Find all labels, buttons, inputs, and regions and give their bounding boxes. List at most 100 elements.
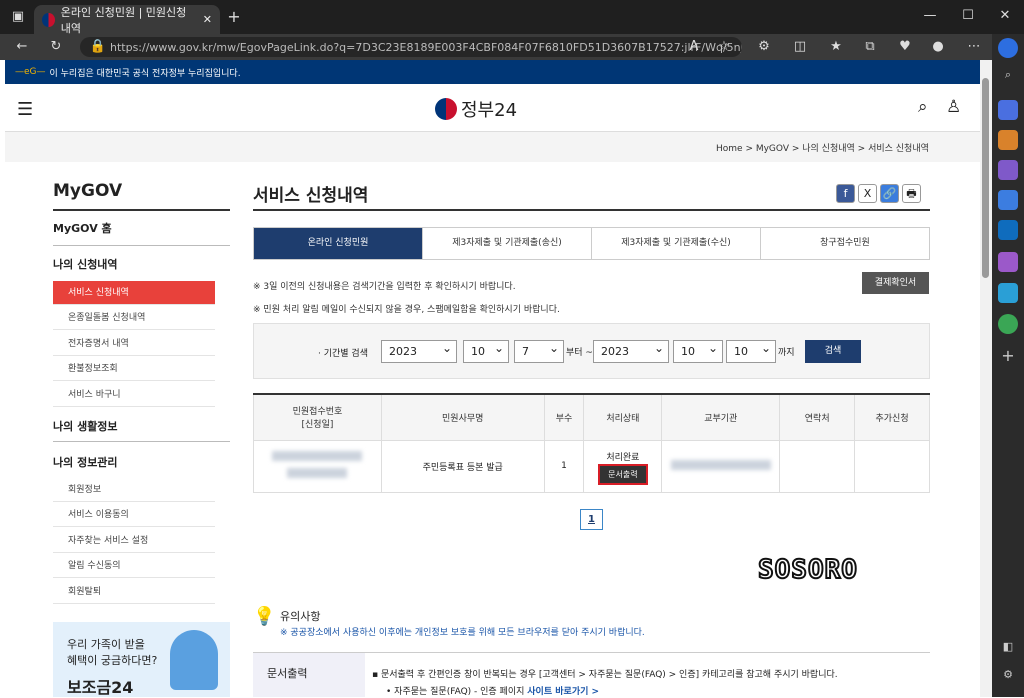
nav-item-refund[interactable]: 환불정보조회 (53, 357, 215, 381)
minimize-icon[interactable]: — (920, 6, 940, 26)
split-screen-icon[interactable]: ◫ (790, 37, 810, 57)
col-service: 민원사무명 (380, 393, 545, 441)
doc-print-desc: 문서출력 후 간편인증 창이 반복되는 경우 [고객센터 > 자주묻는 질문(F… (380, 670, 838, 680)
nav-item-consent[interactable]: 서비스 이용동의 (53, 503, 215, 527)
from-month-select[interactable]: 10 (463, 338, 509, 363)
health-icon[interactable]: ♥ (895, 37, 915, 57)
page-1-button[interactable]: 1 (580, 509, 603, 530)
divider (53, 209, 230, 211)
breadcrumb-mygov[interactable]: MyGOV (756, 144, 789, 154)
to-day-select[interactable]: 10 (726, 338, 776, 363)
favorites-icon[interactable]: ★ (826, 37, 846, 57)
tab-counter[interactable]: 창구접수민원 (761, 228, 929, 259)
nav-item-ecert-history[interactable]: 전자증명서 내역 (53, 332, 215, 356)
outlook-icon[interactable] (998, 220, 1018, 240)
service-cell[interactable]: 주민등록표 등본 발급 (380, 439, 545, 493)
tag-icon[interactable] (998, 100, 1018, 120)
breadcrumb: Home > MyGOV > 나의 신청내역 > 서비스 신청내역 (716, 144, 929, 154)
tab-online[interactable]: 온라인 신청민원 (254, 228, 423, 259)
site-logo[interactable]: 정부24 (435, 96, 517, 122)
refresh-icon[interactable]: ↻ (46, 37, 66, 57)
gov-banner-text: 이 누리집은 대한민국 공식 전자정부 누리집입니다. (49, 68, 241, 79)
notes-icon[interactable] (998, 252, 1018, 272)
new-tab-icon[interactable]: + (224, 7, 244, 27)
tab-send[interactable]: 제3자제출 및 기관제출(송신) (423, 228, 592, 259)
gov-banner: —eG— 이 누리집은 대한민국 공식 전자정부 누리집입니다. (5, 60, 980, 84)
taegeuk-icon (435, 98, 457, 120)
from-suffix: 부터 ~ (566, 348, 593, 358)
read-aloud-icon[interactable]: A (684, 37, 704, 57)
from-day-select[interactable]: 7 (514, 338, 564, 363)
copilot-icon[interactable] (998, 38, 1018, 58)
games-icon[interactable] (998, 160, 1018, 180)
nav-item-withdraw[interactable]: 회원탈퇴 (53, 580, 215, 604)
menu-icon[interactable]: ☰ (17, 99, 33, 120)
from-year-select[interactable]: 2023 (381, 338, 457, 363)
search-icon[interactable]: ⌕ (998, 68, 1018, 88)
nav-item-basket[interactable]: 서비스 바구니 (53, 383, 215, 407)
notice-2: ※ 민원 처리 알림 메일이 수신되지 않을 경우, 스팸메일함을 확인하시기 … (253, 305, 560, 315)
redacted-block (287, 468, 348, 478)
tab-actions-icon[interactable]: ▣ (8, 7, 28, 27)
collections-icon[interactable]: ⧉ (860, 37, 880, 57)
nav-mygov-home[interactable]: MyGOV 홈 (53, 220, 230, 246)
office-icon[interactable] (998, 190, 1018, 210)
settings-icon[interactable]: ⚙ (998, 668, 1018, 688)
nav-item-member[interactable]: 회원정보 (53, 478, 215, 502)
doc-print-text: ▪ 문서출력 후 간편인증 창이 반복되는 경우 [고객센터 > 자주묻는 질문… (372, 670, 838, 680)
to-year-select[interactable]: 2023 (593, 338, 669, 363)
payment-confirm-button[interactable]: 결제확인서 (862, 272, 929, 294)
print-document-button[interactable]: 문서출력 (598, 463, 648, 485)
favorite-star-icon[interactable]: ☆ (714, 37, 734, 57)
nav-section-info[interactable]: 나의 정보관리 (53, 454, 230, 470)
briefcase-icon[interactable] (998, 130, 1018, 150)
count-cell: 1 (543, 439, 585, 493)
browser-tab[interactable]: 온라인 신청민원 | 민원신청 내역 ✕ (34, 5, 220, 35)
nav-section-life[interactable]: 나의 생활정보 (53, 418, 230, 442)
tab-title: 온라인 신청민원 | 민원신청 내역 (60, 5, 187, 35)
nav-item-alerts[interactable]: 알림 수신동의 (53, 554, 215, 578)
close-window-icon[interactable]: ✕ (995, 6, 1015, 26)
redacted-block (272, 451, 363, 461)
nav-item-service-history[interactable]: 서비스 신청내역 (53, 281, 215, 305)
faq-link[interactable]: 사이트 바로가기 > (527, 687, 599, 697)
nav-item-favorites[interactable]: 자주찾는 서비스 설정 (53, 529, 215, 553)
add-icon[interactable]: + (998, 346, 1018, 366)
back-icon[interactable]: ← (12, 37, 32, 57)
breadcrumb-history[interactable]: 나의 신청내역 (802, 144, 855, 154)
redacted-block (670, 459, 771, 470)
breadcrumb-current[interactable]: 서비스 신청내역 (868, 144, 929, 154)
to-suffix: 까지 (778, 348, 795, 358)
col-extra: 추가신청 (854, 393, 930, 441)
facebook-icon[interactable]: f (836, 184, 855, 203)
col-status: 처리상태 (583, 393, 663, 441)
scrollbar-thumb[interactable] (982, 78, 989, 278)
status-cell: 처리완료 문서출력 (583, 439, 663, 493)
tree-icon[interactable] (998, 314, 1018, 334)
tab-receive[interactable]: 제3자제출 및 기관제출(수신) (592, 228, 761, 259)
extensions-icon[interactable]: ⚙ (754, 37, 774, 57)
to-month-select[interactable]: 10 (673, 338, 723, 363)
profile-icon[interactable]: ● (928, 37, 948, 57)
url-text: https://www.gov.kr/mw/EgovPageLink.do?q=… (110, 40, 742, 54)
send-icon[interactable] (998, 283, 1018, 303)
link-icon[interactable]: 🔗 (880, 184, 899, 203)
nav-item-care-history[interactable]: 온종일돌봄 신청내역 (53, 306, 215, 330)
address-bar[interactable]: https://www.gov.kr/mw/EgovPageLink.do?q=… (80, 37, 742, 57)
maximize-icon[interactable]: ☐ (958, 6, 978, 26)
more-icon[interactable]: ⋯ (964, 37, 984, 57)
lock-icon[interactable]: 🔒 (88, 37, 108, 57)
search-button[interactable]: 검색 (805, 340, 861, 363)
table-row: 주민등록표 등본 발급 1 처리완료 문서출력 (253, 439, 930, 493)
sidebar-toggle-icon[interactable]: ◧ (998, 640, 1018, 660)
x-icon[interactable]: X (858, 184, 877, 203)
print-icon[interactable]: 🖶 (902, 184, 921, 203)
search-icon[interactable]: ⌕ (918, 97, 928, 117)
receipt-cell (253, 439, 382, 493)
nav-section-history[interactable]: 나의 신청내역 (53, 256, 230, 272)
breadcrumb-home[interactable]: Home (716, 144, 743, 154)
user-icon[interactable]: ♙ (946, 97, 961, 117)
col-receipt: 민원접수번호 [신청일] (253, 393, 382, 441)
search-label: · 기간별 검색 (318, 349, 368, 359)
close-tab-icon[interactable]: ✕ (203, 13, 212, 26)
